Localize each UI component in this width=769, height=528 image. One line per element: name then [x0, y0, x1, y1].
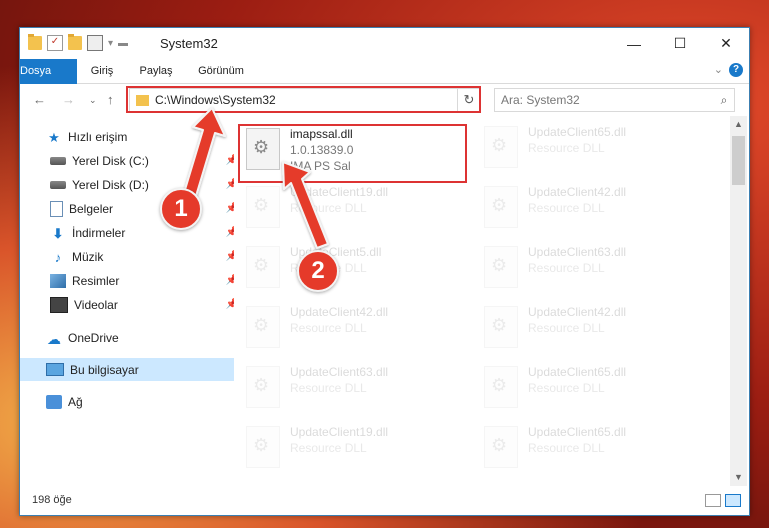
callout-badge-1: 1 — [160, 188, 202, 230]
arrow-one-shape — [183, 107, 226, 197]
callout-badge-2: 2 — [297, 250, 339, 292]
arrow-two-shape — [282, 161, 329, 249]
callout-arrows — [183, 107, 329, 249]
